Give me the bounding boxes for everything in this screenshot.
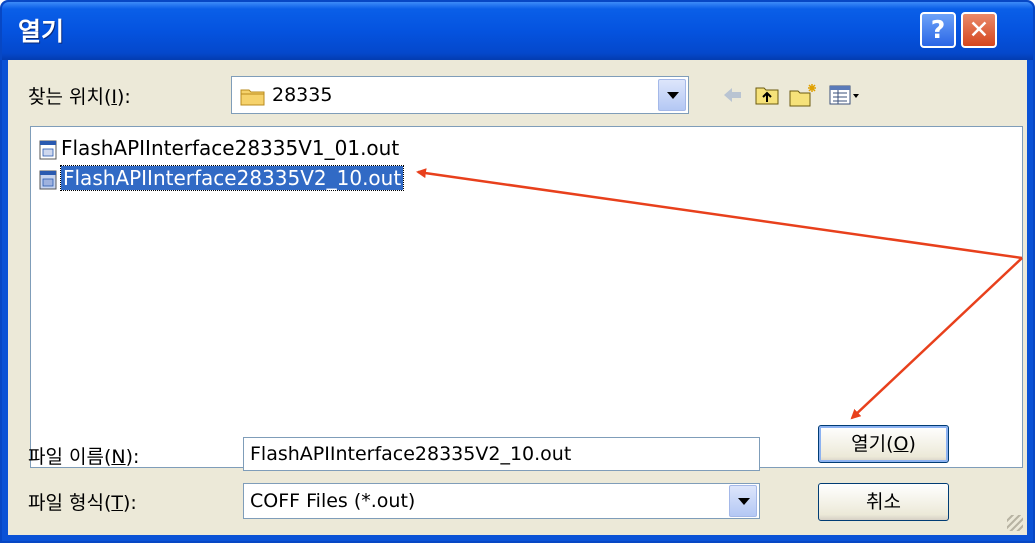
file-item[interactable]: FlashAPIInterface28335V1_01.out	[39, 133, 399, 163]
new-folder-icon[interactable]	[788, 82, 818, 108]
close-button[interactable]: ✕	[961, 12, 997, 48]
file-type-label: 파일 형식(T):	[28, 492, 137, 514]
title-bar[interactable]: 열기 ? ✕	[2, 2, 1033, 60]
look-in-combobox[interactable]: 28335	[231, 76, 689, 114]
file-name: FlashAPIInterface28335V1_01.out	[61, 136, 400, 160]
look-in-value: 28335	[272, 84, 333, 106]
file-name-label: 파일 이름(N):	[28, 446, 140, 468]
cancel-button[interactable]: 취소	[818, 483, 949, 521]
file-list[interactable]: FlashAPIInterface28335V1_01.out FlashAPI…	[30, 126, 1023, 468]
help-button[interactable]: ?	[920, 12, 956, 48]
folder-icon	[240, 89, 265, 106]
back-icon[interactable]	[720, 82, 744, 108]
view-menu-icon[interactable]	[828, 82, 860, 108]
look-in-dropdown-button[interactable]	[658, 79, 686, 111]
file-type-combobox[interactable]: COFF Files (*.out)	[243, 483, 760, 519]
resize-grip[interactable]	[1007, 515, 1023, 531]
executable-file-icon	[39, 140, 57, 159]
dialog-title: 열기	[18, 17, 65, 46]
file-name-input-value: FlashAPIInterface28335V2_10.out	[250, 443, 572, 465]
file-name-input[interactable]: FlashAPIInterface28335V2_10.out	[243, 437, 760, 471]
file-type-value: COFF Files (*.out)	[250, 490, 416, 512]
open-dialog: 열기 ? ✕ 찾는 위치(I): 28335 FlashAPIInterface…	[0, 0, 1035, 543]
up-folder-icon[interactable]	[754, 82, 780, 108]
look-in-label: 찾는 위치(I):	[28, 86, 131, 108]
file-item-selected[interactable]: FlashAPIInterface28335V2_10.out	[39, 163, 405, 193]
dialog-body: 찾는 위치(I): 28335 FlashAPIInterface28335V1…	[8, 60, 1027, 535]
file-type-dropdown-button[interactable]	[729, 485, 757, 517]
file-name: FlashAPIInterface28335V2_10.out	[59, 165, 405, 191]
executable-file-icon	[39, 170, 57, 189]
open-button[interactable]: 열기(O)	[818, 425, 949, 463]
